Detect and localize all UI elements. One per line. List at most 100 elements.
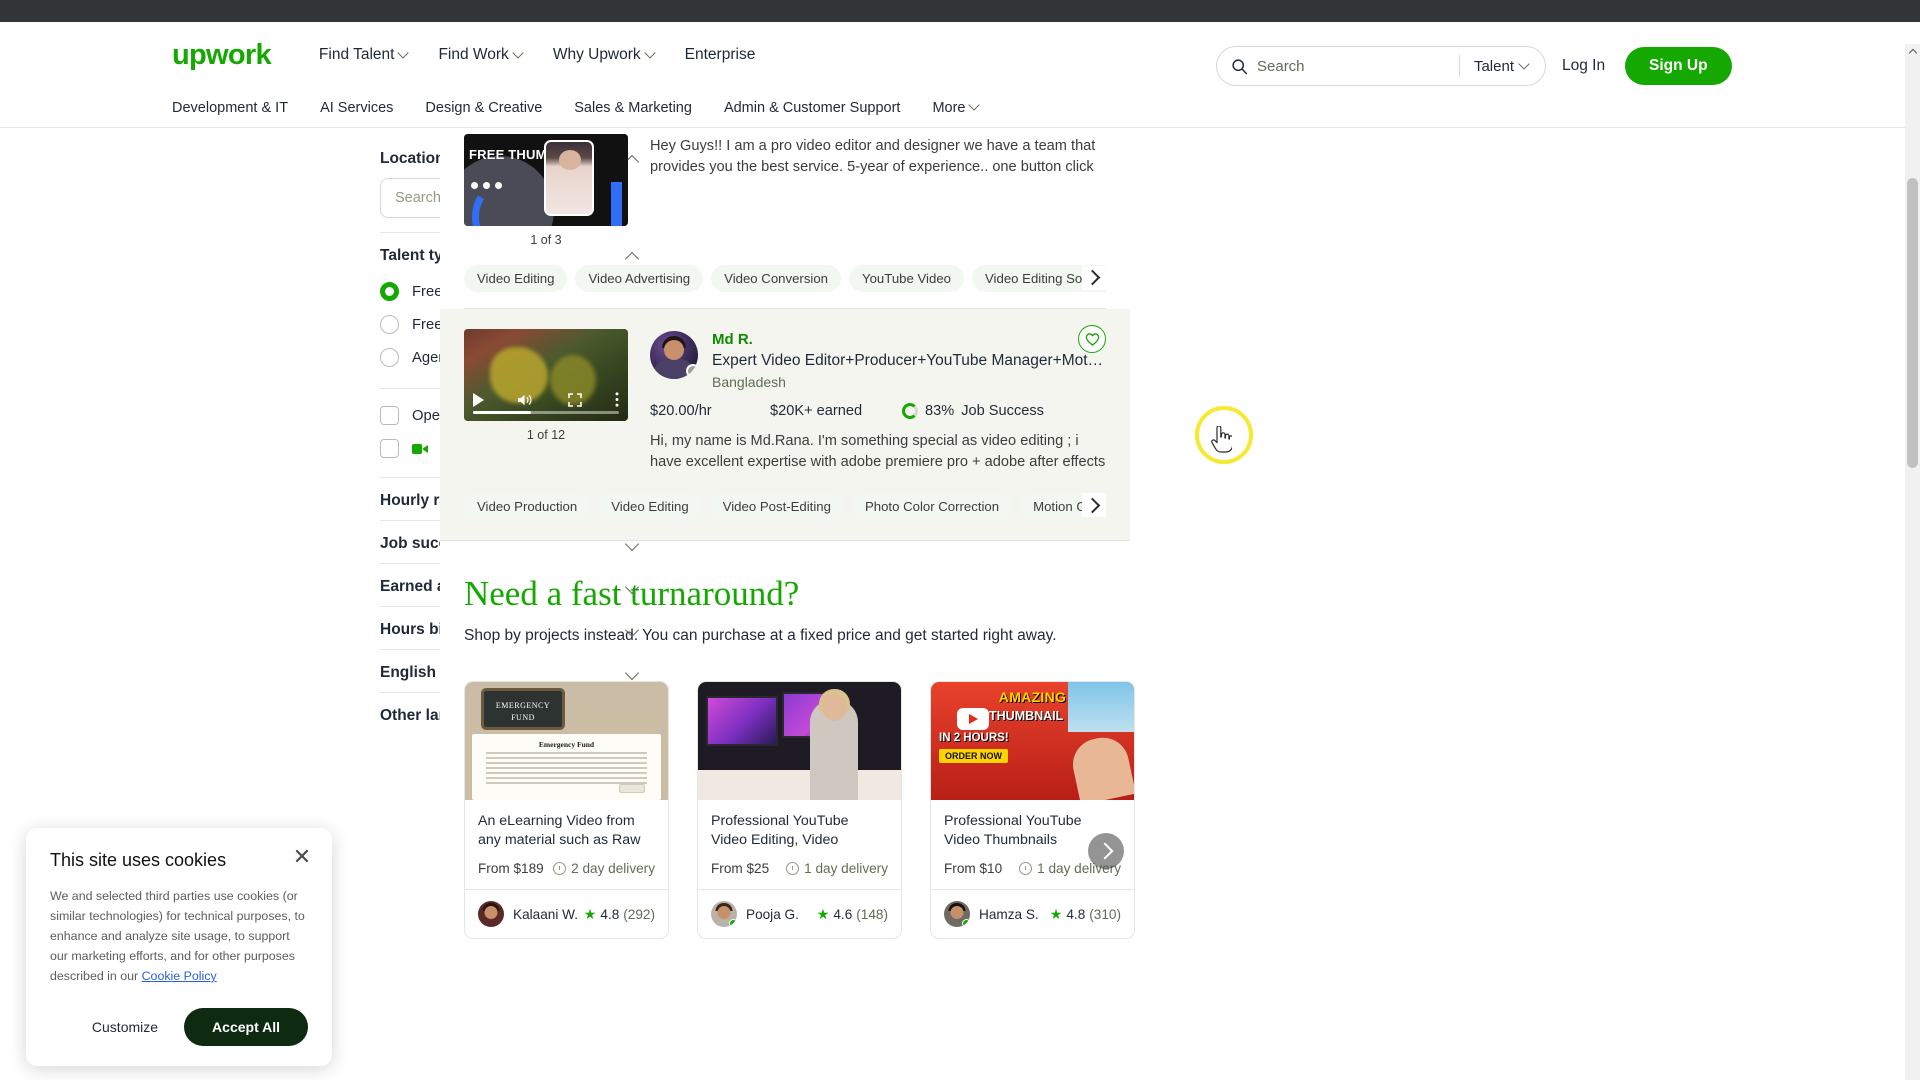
category-admin-customer-support[interactable]: Admin & Customer Support bbox=[724, 100, 901, 116]
project-delivery: 2 day delivery bbox=[553, 861, 655, 876]
project-card[interactable]: Professional YouTube Video Editing, Vide… bbox=[697, 681, 902, 940]
search-scope-select[interactable]: Talent bbox=[1458, 55, 1545, 77]
sign-up-button[interactable]: Sign Up bbox=[1625, 47, 1732, 85]
cookie-policy-link[interactable]: Cookie Policy bbox=[142, 969, 217, 983]
freelancer-card-top[interactable]: FREE THUMBNAIL 1 of 3 Hey Guys!! I am a … bbox=[440, 128, 1130, 308]
save-freelancer-button[interactable] bbox=[1078, 325, 1106, 353]
search-input[interactable] bbox=[1257, 57, 1459, 75]
project-delivery: 1 day delivery bbox=[786, 861, 888, 876]
search-bar[interactable]: Talent bbox=[1216, 46, 1546, 86]
scrollbar-thumb[interactable] bbox=[1907, 178, 1918, 468]
job-success-label: Job Success bbox=[961, 402, 1044, 419]
upwork-logo[interactable]: upwork bbox=[172, 40, 272, 70]
portfolio-counter: 1 of 3 bbox=[530, 233, 562, 247]
project-body: Professional YouTube Video Editing, Vide… bbox=[698, 800, 901, 889]
fullscreen-icon[interactable] bbox=[567, 392, 582, 407]
cookie-title: This site uses cookies bbox=[50, 849, 227, 870]
skill-tag[interactable]: Video Editing bbox=[464, 265, 568, 292]
more-options-icon[interactable] bbox=[615, 392, 619, 407]
skill-tag[interactable]: Video Post-Editing bbox=[709, 492, 844, 520]
thumbnail-person-photo bbox=[544, 140, 594, 216]
search-icon bbox=[1232, 58, 1248, 74]
log-in-button[interactable]: Log In bbox=[1562, 57, 1605, 75]
project-title: Professional YouTube Video Editing, Vide… bbox=[711, 813, 849, 849]
project-image-line-1: AMAZING bbox=[998, 689, 1067, 706]
freelancer-location: Bangladesh bbox=[712, 373, 786, 390]
project-title: An eLearning Video from any material suc… bbox=[478, 813, 641, 849]
category-ai-services[interactable]: AI Services bbox=[320, 100, 393, 116]
total-earned: $20K+ earned bbox=[770, 402, 863, 419]
project-seller[interactable]: Hamza S. bbox=[944, 901, 1039, 928]
skill-tag[interactable]: Video Editing bbox=[598, 492, 702, 520]
portfolio-thumbnail-1[interactable]: FREE THUMBNAIL bbox=[464, 134, 628, 226]
freelancer-card-main[interactable]: 1 of 12 Md R. Expert Video Editor+Produc… bbox=[440, 309, 1130, 540]
nav-item-find-work[interactable]: Find Work bbox=[438, 46, 522, 64]
nav-item-enterprise[interactable]: Enterprise bbox=[685, 46, 756, 64]
category-label: Sales & Marketing bbox=[574, 99, 692, 116]
project-card[interactable]: AMAZING THUMBNAIL IN 2 HOURS! ORDER NOW … bbox=[930, 681, 1135, 940]
results-column: FREE THUMBNAIL 1 of 3 Hey Guys!! I am a … bbox=[440, 128, 1135, 940]
freelancer-top-info: Hey Guys!! I am a pro video editor and d… bbox=[650, 134, 1106, 247]
avatar[interactable] bbox=[650, 331, 698, 379]
chevron-down-icon bbox=[646, 49, 655, 58]
project-price: From $25 bbox=[711, 861, 770, 877]
project-image: AMAZING THUMBNAIL IN 2 HOURS! ORDER NOW bbox=[931, 682, 1134, 801]
category-design-creative[interactable]: Design & Creative bbox=[425, 100, 542, 116]
accept-all-button[interactable]: Accept All bbox=[184, 1008, 308, 1046]
skill-tag[interactable]: Video Production bbox=[464, 492, 591, 520]
freelancer-card-main-row: 1 of 12 Md R. Expert Video Editor+Produc… bbox=[464, 323, 1106, 475]
project-image-hand bbox=[1068, 733, 1134, 801]
freelancer-description: Hey Guys!! I am a pro video editor and d… bbox=[650, 138, 1096, 176]
nav-label: Enterprise bbox=[684, 46, 756, 63]
close-icon[interactable]: ✕ bbox=[292, 845, 312, 868]
project-rating: ★ 4.6 (148) bbox=[817, 907, 888, 922]
skill-tags-next-icon[interactable] bbox=[1082, 493, 1106, 518]
rating-count: (292) bbox=[623, 906, 655, 922]
seller-avatar bbox=[944, 901, 970, 928]
rating-value: 4.6 bbox=[833, 906, 853, 922]
seller-name: Kalaani W. bbox=[513, 906, 578, 922]
page-scrollbar[interactable] bbox=[1905, 44, 1920, 1080]
video-progress-bar[interactable] bbox=[473, 411, 619, 414]
chevron-down-icon bbox=[626, 666, 640, 680]
rating-value: 4.8 bbox=[1066, 906, 1086, 922]
project-rating: ★ 4.8 (310) bbox=[1050, 907, 1121, 922]
nav-item-find-talent[interactable]: Find Talent bbox=[319, 46, 409, 64]
seller-online-badge bbox=[962, 919, 970, 928]
freelancer-stats: $20.00/hr $20K+ earned 83% Job Success bbox=[650, 402, 1106, 419]
skill-tag[interactable]: Photo Color Correction bbox=[851, 492, 1013, 520]
play-icon[interactable] bbox=[473, 392, 484, 407]
freelancer-main-info: Md R. Expert Video Editor+Producer+YouTu… bbox=[650, 329, 1106, 475]
project-image-chalkboard bbox=[481, 688, 565, 731]
nav-item-why-upwork[interactable]: Why Upwork bbox=[553, 46, 655, 64]
chevron-down-icon bbox=[626, 580, 640, 594]
star-icon: ★ bbox=[583, 906, 597, 923]
chevron-down-icon bbox=[1520, 60, 1529, 69]
freelancer-name[interactable]: Md R. bbox=[712, 331, 1106, 350]
scroll-up-icon[interactable] bbox=[1905, 44, 1920, 59]
chevron-down-icon bbox=[399, 49, 408, 58]
skill-tags-next-icon[interactable] bbox=[1082, 265, 1106, 290]
project-seller[interactable]: Pooja G. bbox=[711, 901, 799, 928]
seller-name: Hamza S. bbox=[979, 906, 1039, 922]
portfolio-video-player[interactable] bbox=[464, 329, 628, 421]
project-image-paper-heading: Emergency Fund bbox=[538, 740, 595, 750]
search-scope-label: Talent bbox=[1473, 57, 1514, 75]
category-more[interactable]: More bbox=[932, 100, 979, 116]
customize-button[interactable]: Customize bbox=[76, 1009, 174, 1045]
skill-tag[interactable]: YouTube Video bbox=[849, 265, 964, 292]
project-card[interactable]: Emergency Fund An eLearning Video from a… bbox=[464, 681, 669, 940]
project-seller[interactable]: Kalaani W. bbox=[478, 901, 578, 928]
thumbnail-accent-bar bbox=[611, 182, 622, 226]
chevron-down-icon bbox=[970, 101, 979, 110]
category-development-it[interactable]: Development & IT bbox=[172, 100, 288, 116]
turnaround-section: Need a fast turnaround? Shop by projects… bbox=[440, 539, 1135, 940]
heart-icon bbox=[1085, 333, 1099, 346]
skill-tag[interactable]: Video Conversion bbox=[711, 265, 842, 292]
nav-label: Find Talent bbox=[318, 46, 395, 63]
skill-tag[interactable]: Video Advertising bbox=[575, 265, 704, 292]
job-success-score: 83% Job Success bbox=[902, 402, 1044, 419]
avatar-face bbox=[664, 340, 684, 360]
category-sales-marketing[interactable]: Sales & Marketing bbox=[574, 100, 692, 116]
volume-icon[interactable] bbox=[517, 393, 534, 407]
